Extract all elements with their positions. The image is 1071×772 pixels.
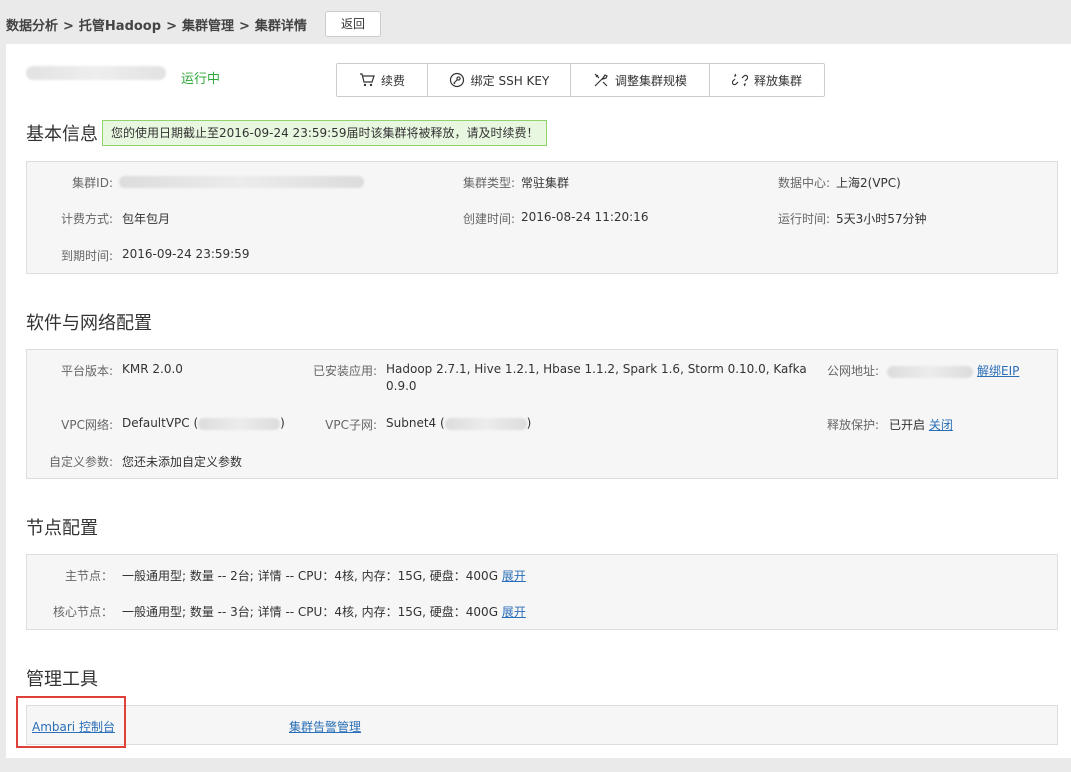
- datacenter-value: 上海2(VPC): [836, 176, 901, 190]
- key-icon: [449, 72, 464, 88]
- runtime-value: 5天3小时57分钟: [836, 212, 927, 226]
- protect-status: 已开启: [889, 418, 926, 432]
- vpc-name: DefaultVPC (: [122, 416, 199, 430]
- breadcrumb: 数据分析 > 托管Hadoop > 集群管理 > 集群详情: [6, 15, 307, 34]
- subnet-name: Subnet4 (: [386, 416, 445, 430]
- renew-label: 续费: [380, 73, 405, 88]
- breadcrumb-separator: >: [63, 19, 74, 34]
- resize-cluster-label: 调整集群规模: [614, 73, 687, 88]
- breadcrumb-separator: >: [238, 19, 250, 34]
- billing-label: 计费方式:: [60, 212, 113, 226]
- subnet-id-redacted: [444, 417, 527, 430]
- breadcrumb-item-cluster-manage[interactable]: 集群管理: [182, 19, 234, 34]
- custom-value: 您还未添加自定义参数: [122, 455, 243, 469]
- tools-box: Ambari 控制台 集群告警管理: [26, 705, 1058, 745]
- custom-label: 自定义参数:: [48, 455, 113, 469]
- cluster-id-value: [119, 174, 364, 188]
- vpc-id-redacted: [198, 417, 281, 430]
- protect-off-link[interactable]: 关闭: [929, 418, 953, 432]
- expire-value: 2016-09-24 23:59:59: [122, 247, 250, 261]
- action-toolbar: 续费 绑定 SSH KEY 调整集群规模 释放集群: [336, 63, 825, 97]
- software-title: 软件与网络配置: [26, 313, 152, 334]
- master-label: 主节点：: [64, 569, 113, 583]
- top-bar: 数据分析 > 托管Hadoop > 集群管理 > 集群详情 返回: [0, 0, 1071, 44]
- runtime-label: 运行时间:: [777, 212, 830, 226]
- apps-label: 已安装应用:: [312, 364, 377, 378]
- status-badge: 运行中: [181, 72, 221, 87]
- breadcrumb-item-cluster-detail: 集群详情: [254, 19, 307, 34]
- core-value: 一般通用型; 数量 -- 3台; 详情 -- CPU：4核, 内存：15G, 硬…: [122, 603, 526, 620]
- resize-cluster-button[interactable]: 调整集群规模: [571, 64, 710, 96]
- breadcrumb-item-hadoop[interactable]: 托管Hadoop: [79, 19, 161, 34]
- basic-info-box: 集群ID: 集群类型: 常驻集群 数据中心: 上海2(VPC) 计费方式: 包年…: [26, 161, 1058, 274]
- subnet-paren: ): [526, 416, 532, 430]
- core-detail: 一般通用型; 数量 -- 3台; 详情 -- CPU：4核, 内存：15G, 硬…: [122, 605, 498, 619]
- eip-redacted: [887, 365, 973, 378]
- core-expand-link[interactable]: 展开: [502, 605, 526, 619]
- back-button[interactable]: 返回: [325, 11, 381, 37]
- created-value: 2016-08-24 11:20:16: [521, 210, 649, 224]
- eip-label: 公网地址:: [826, 364, 879, 378]
- cart-icon: [359, 73, 375, 87]
- release-cluster-label: 释放集群: [753, 73, 802, 88]
- subnet-label: VPC子网:: [325, 418, 377, 432]
- renew-button[interactable]: 续费: [337, 64, 428, 96]
- cluster-id-label: 集群ID:: [72, 176, 113, 190]
- apps-value-line2: 0.9.0: [386, 379, 417, 393]
- basic-info-title: 基本信息: [26, 124, 98, 145]
- cluster-name-redacted: [26, 66, 166, 80]
- datacenter-label: 数据中心:: [777, 176, 830, 190]
- unlink-icon: [731, 73, 748, 87]
- tools-title: 管理工具: [26, 669, 98, 690]
- apps-value-line1: Hadoop 2.7.1, Hive 1.2.1, Hbase 1.1.2, S…: [386, 362, 807, 376]
- breadcrumb-item-data-analysis[interactable]: 数据分析: [6, 19, 58, 34]
- alarm-manage-link[interactable]: 集群告警管理: [289, 718, 361, 735]
- vpc-label: VPC网络:: [61, 418, 113, 432]
- expire-label: 到期时间:: [60, 249, 113, 263]
- cluster-type-value: 常驻集群: [521, 176, 570, 190]
- subnet-value: Subnet4 (): [386, 416, 531, 430]
- cluster-id-redacted: [119, 175, 364, 188]
- cluster-type-label: 集群类型:: [462, 176, 515, 190]
- created-label: 创建时间:: [462, 212, 515, 226]
- highlight-box: [16, 696, 126, 748]
- expiry-notice: 您的使用日期截止至2016-09-24 23:59:59届时该集群将被释放，请及…: [102, 120, 548, 146]
- bind-ssh-key-button[interactable]: 绑定 SSH KEY: [428, 64, 571, 96]
- bind-ssh-key-label: 绑定 SSH KEY: [470, 73, 550, 88]
- master-detail: 一般通用型; 数量 -- 2台; 详情 -- CPU：4核, 内存：15G, 硬…: [122, 569, 498, 583]
- protect-label: 释放保护:: [826, 418, 879, 432]
- breadcrumb-separator: >: [166, 19, 177, 34]
- master-expand-link[interactable]: 展开: [502, 569, 526, 583]
- vpc-value: DefaultVPC (): [122, 416, 285, 430]
- nodes-title: 节点配置: [26, 518, 98, 539]
- nodes-box: 主节点： 一般通用型; 数量 -- 2台; 详情 -- CPU：4核, 内存：1…: [26, 554, 1058, 630]
- unbind-eip-link[interactable]: 解绑EIP: [977, 364, 1019, 378]
- platform-value: KMR 2.0.0: [122, 362, 183, 376]
- software-box: 平台版本: KMR 2.0.0 已安装应用: Hadoop 2.7.1, Hiv…: [26, 349, 1058, 479]
- core-label: 核心节点：: [52, 605, 113, 619]
- master-value: 一般通用型; 数量 -- 2台; 详情 -- CPU：4核, 内存：15G, 硬…: [122, 567, 526, 584]
- release-cluster-button[interactable]: 释放集群: [710, 64, 824, 96]
- eip-value: 解绑EIP: [887, 362, 1019, 379]
- platform-label: 平台版本:: [60, 364, 113, 378]
- main-panel: 运行中 续费 绑定 SSH KEY 调整集群规模 释放集群 基本信息 您的使用日…: [6, 44, 1071, 758]
- tools-icon: [594, 73, 608, 87]
- billing-value: 包年包月: [122, 212, 171, 226]
- protect-value: 已开启 关闭: [889, 416, 953, 433]
